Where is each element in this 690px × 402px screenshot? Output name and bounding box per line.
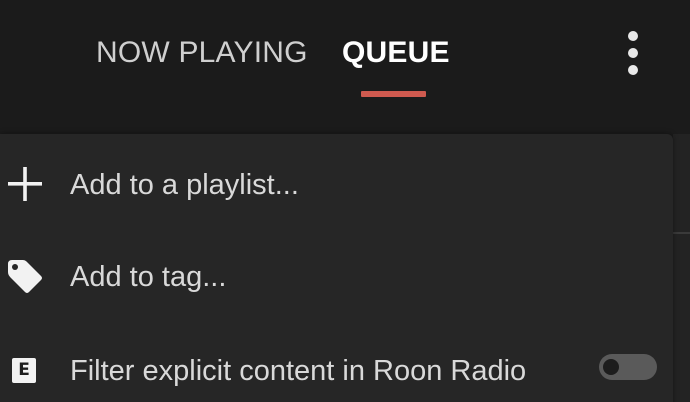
explicit-badge-icon: E — [12, 358, 36, 383]
app-window: NOW PLAYING QUEUE Add to a playlist... A… — [0, 0, 690, 402]
plus-icon — [8, 167, 42, 201]
header-bar: NOW PLAYING QUEUE — [0, 0, 690, 134]
background-panel-edge — [673, 134, 690, 402]
active-tab-indicator — [361, 91, 426, 97]
more-options-button[interactable] — [616, 28, 650, 78]
menu-item-label: Add to tag... — [70, 261, 227, 293]
toggle-knob — [603, 359, 619, 375]
menu-item-add-to-playlist[interactable]: Add to a playlist... — [0, 138, 673, 230]
menu-item-label: Add to a playlist... — [70, 169, 299, 201]
tag-icon — [8, 260, 42, 293]
divider — [673, 232, 690, 234]
menu-item-label: Filter explicit content in Roon Radio — [70, 355, 527, 387]
menu-item-add-to-tag[interactable]: Add to tag... — [0, 230, 673, 322]
explicit-filter-toggle[interactable] — [599, 354, 657, 380]
menu-item-filter-explicit[interactable]: E Filter explicit content in Roon Radio — [0, 324, 673, 402]
context-menu: Add to a playlist... Add to tag... E Fil… — [0, 134, 673, 402]
tab-now-playing[interactable]: NOW PLAYING — [96, 33, 308, 73]
tab-queue[interactable]: QUEUE — [342, 33, 450, 73]
